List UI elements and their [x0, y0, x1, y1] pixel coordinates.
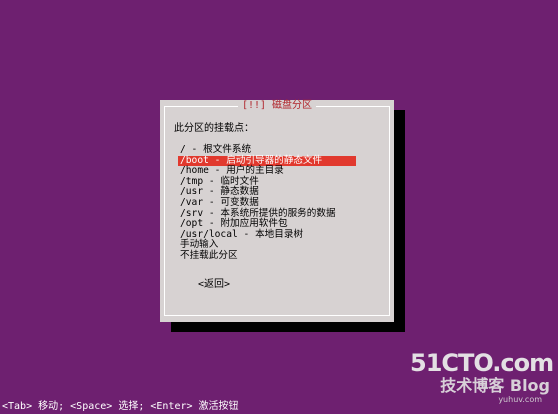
dialog-title-bar: [!!] 磁盘分区 — [160, 100, 394, 114]
option-var[interactable]: /var - 可变数据 — [178, 197, 388, 209]
option-do-not-mount[interactable]: 不挂载此分区 — [178, 250, 388, 262]
option-root[interactable]: / - 根文件系统 — [178, 144, 388, 156]
watermark-main: 51CTO.com — [410, 349, 554, 377]
watermark-small: yuhuv.com — [498, 395, 542, 404]
watermark-sub: 技术博客 Blog — [440, 376, 550, 395]
mount-point-prompt: 此分区的挂载点： — [174, 123, 254, 134]
installer-screen: [!!] 磁盘分区 此分区的挂载点： / - 根文件系统 /boot - 启动引… — [0, 0, 558, 414]
dialog-title: [!!] 磁盘分区 — [237, 100, 317, 112]
mount-point-list: / - 根文件系统 /boot - 启动引导器的静态文件 /home - 用户的… — [178, 144, 388, 262]
key-hint-bar: <Tab> 移动; <Space> 选择; <Enter> 激活按钮 — [2, 401, 239, 412]
partition-dialog: [!!] 磁盘分区 此分区的挂载点： / - 根文件系统 /boot - 启动引… — [160, 100, 394, 322]
site-watermark: 51CTO.com 技术博客 Blog yuhuv.com — [410, 349, 554, 410]
back-button[interactable]: <返回> — [198, 279, 230, 291]
